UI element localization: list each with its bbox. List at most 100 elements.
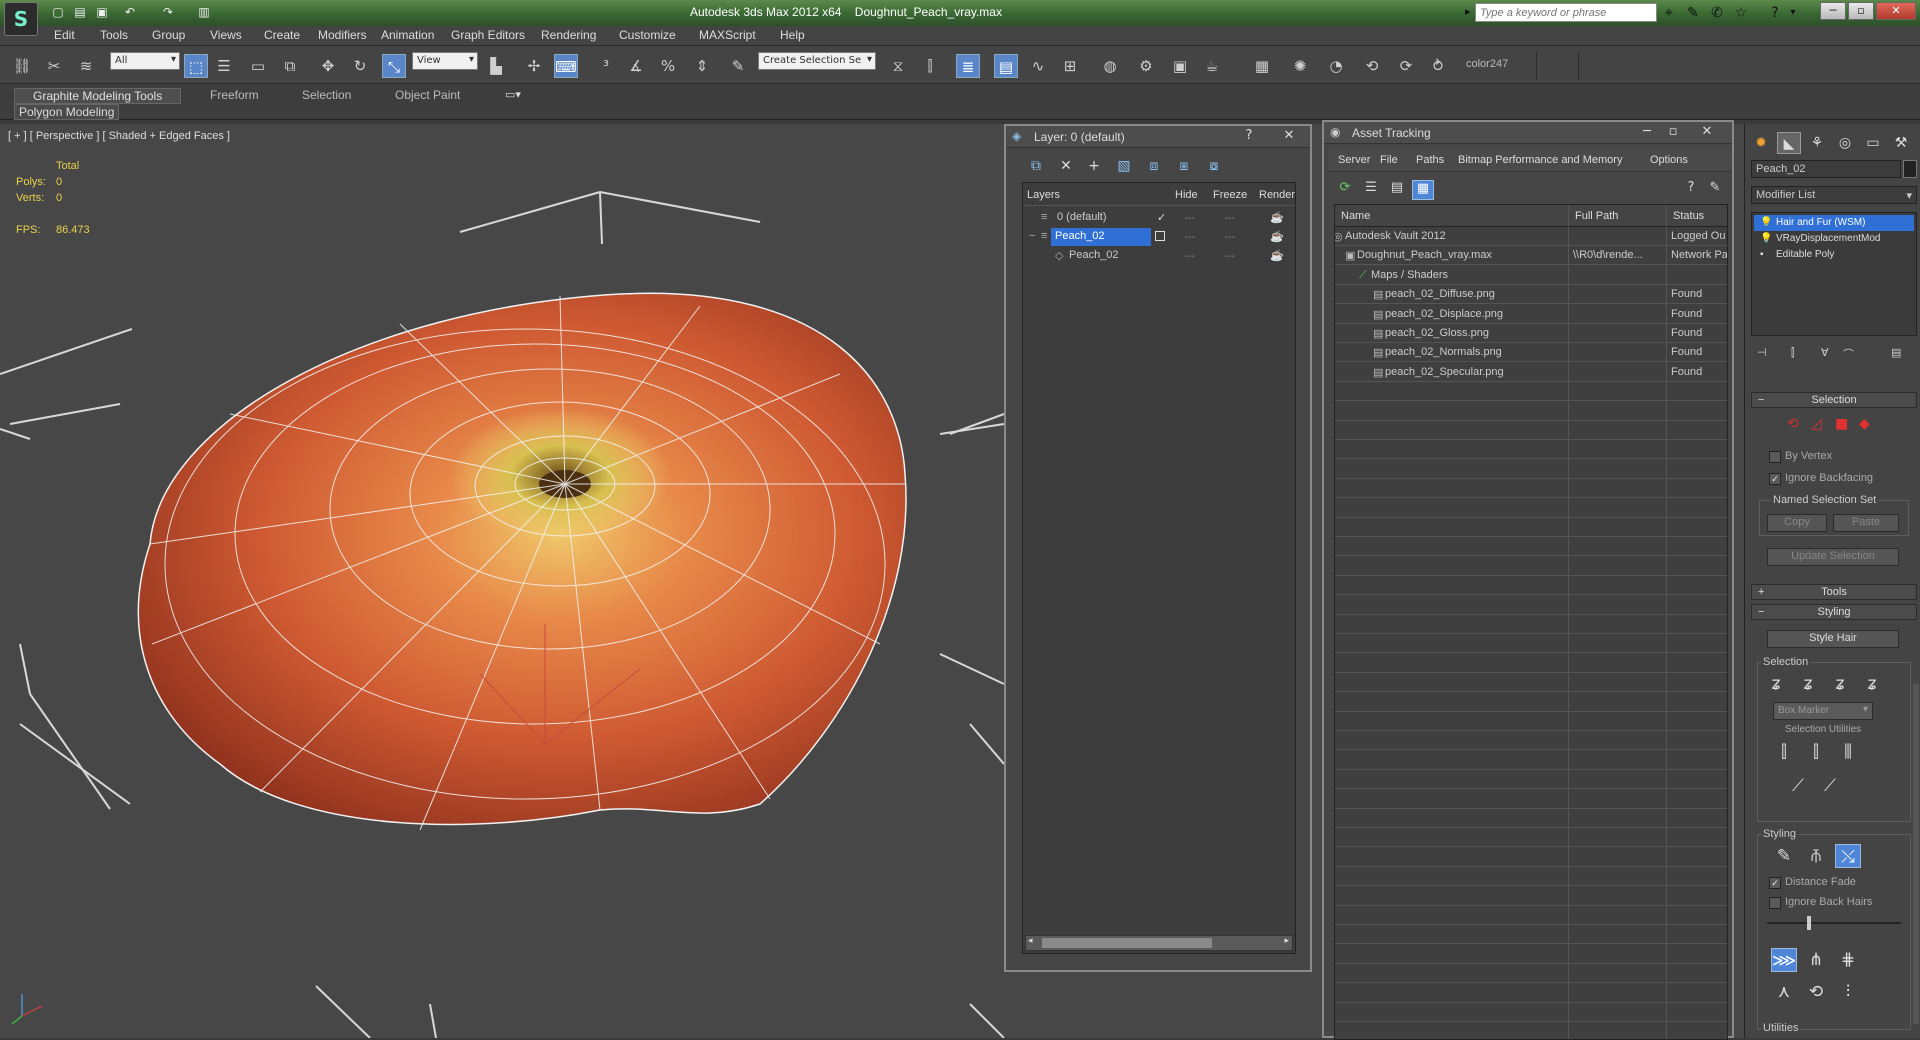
scale-hair-icon[interactable]: ⫶ [1835, 980, 1861, 1004]
layer-name[interactable]: Peach_02 [1051, 228, 1151, 246]
rectangular-selection-icon[interactable]: ▭ [246, 54, 270, 78]
face-subobject-icon[interactable]: ◿ [1811, 416, 1822, 432]
layer-manager-icon[interactable]: ≣ [956, 54, 980, 78]
delete-layer-icon[interactable]: ✕ [1056, 158, 1076, 178]
layer-list[interactable]: Layers Hide Freeze Render ≡ 0 (default) … [1022, 182, 1296, 954]
hide-toggle[interactable]: --- [1185, 213, 1195, 224]
collapse-icon[interactable]: − [1029, 230, 1035, 242]
schematic-view-icon[interactable]: ⊞ [1058, 54, 1082, 78]
make-unique-icon[interactable]: ∀ [1821, 346, 1829, 359]
select-and-rotate-icon[interactable]: ↻ [348, 54, 372, 78]
ignore-backfacing-checkbox[interactable]: Ignore Backfacing [1769, 472, 1873, 485]
horizontal-scrollbar[interactable]: ◂ ▸ [1025, 935, 1293, 951]
asset-row[interactable]: ▤ peach_02_Gloss.png Found [1335, 324, 1727, 343]
asset-menu-server[interactable]: Server [1338, 154, 1370, 166]
asset-close-button[interactable]: ✕ [1694, 123, 1720, 141]
maximize-button[interactable]: ▫ [1848, 2, 1874, 20]
column-status[interactable]: Status [1667, 205, 1727, 227]
menu-group[interactable]: Group [152, 28, 185, 42]
pin-stack-icon[interactable]: ⊣ [1757, 346, 1767, 359]
hair-select-subtract-icon[interactable]: ʑ [1827, 672, 1853, 696]
tools-rollout-header[interactable]: + Tools [1751, 584, 1917, 600]
favorites-star-icon[interactable]: ☆ [1732, 4, 1750, 22]
asset-row[interactable]: ⟋ Maps / Shaders [1335, 266, 1727, 285]
close-button[interactable]: ✕ [1876, 2, 1916, 20]
asset-help-dropdown-icon[interactable]: ✎ [1704, 180, 1726, 200]
open-file-icon[interactable]: ▤ [72, 4, 88, 20]
column-layers[interactable]: Layers [1027, 189, 1060, 201]
hierarchy-tab-icon[interactable]: ⚘ [1805, 132, 1829, 154]
angle-snap-icon[interactable]: ∡ [624, 54, 648, 78]
mirror-icon[interactable]: ⧖ [886, 54, 910, 78]
freeze-all-layers-icon[interactable]: ⧇ [1204, 158, 1224, 178]
polygon-subobject-icon[interactable]: ■ [1835, 416, 1848, 432]
list-view-icon[interactable]: ☰ [1360, 180, 1382, 200]
render-production-icon[interactable]: ☕ [1200, 54, 1224, 78]
table-view-icon[interactable]: ▦ [1412, 180, 1434, 200]
layer-row[interactable]: ≡ 0 (default) ✓ --- --- ☕ [1025, 209, 1293, 227]
layer-object-row[interactable]: ◇ Peach_02 --- --- ☕ [1025, 247, 1293, 265]
brush-size-slider-thumb[interactable] [1807, 916, 1811, 930]
asset-menu-paths[interactable]: Paths [1416, 154, 1444, 166]
stand-hair-icon[interactable]: ⋔ [1803, 948, 1829, 972]
scroll-left-icon[interactable]: ◂ [1028, 936, 1033, 946]
viewport-label[interactable]: [ + ] [ Perspective ] [ Shaded + Edged F… [8, 130, 230, 142]
object-name[interactable]: Peach_02 [1065, 247, 1123, 265]
select-and-scale-icon[interactable]: ⤡ [382, 54, 406, 78]
asset-table[interactable]: Name Full Path Status ◎Autodesk Vault 20… [1334, 204, 1728, 1040]
asset-row[interactable]: ◎Autodesk Vault 2012 Logged Ou [1335, 227, 1727, 246]
display-tab-icon[interactable]: ▭ [1861, 132, 1885, 154]
distance-fade-checkbox[interactable]: Distance Fade [1769, 876, 1856, 889]
light-bulb-icon[interactable]: 💡 [1760, 233, 1772, 244]
hair-select-icon[interactable]: ʑ [1763, 672, 1789, 696]
create-tab-icon[interactable]: ✹ [1749, 132, 1773, 154]
hair-brush-icon[interactable]: ✎ [1771, 844, 1797, 868]
menu-help[interactable]: Help [780, 28, 805, 42]
translate-hair-icon[interactable]: ⋙ [1771, 948, 1797, 972]
hide-toggle[interactable]: --- [1185, 251, 1195, 262]
column-hide[interactable]: Hide [1175, 189, 1198, 201]
utilities-tab-icon[interactable]: ⚒ [1889, 132, 1913, 154]
asset-menu-options[interactable]: Options [1650, 154, 1688, 166]
selection-marker-dropdown[interactable]: Box Marker ▾ [1773, 702, 1873, 720]
by-vertex-checkbox[interactable]: By Vertex [1769, 450, 1832, 463]
hide-toggle[interactable]: --- [1185, 232, 1195, 243]
select-object-icon[interactable]: ⬚ [184, 54, 208, 78]
align-icon[interactable]: ⫿ [918, 54, 942, 78]
help-icon[interactable]: ? [1766, 4, 1784, 22]
redo-icon[interactable]: ↷ [160, 4, 176, 20]
rotate-selection-icon[interactable]: ⫿ [1803, 740, 1829, 764]
asset-row[interactable]: ▤ peach_02_Diffuse.png Found [1335, 285, 1727, 305]
hair-select-add-icon[interactable]: ʑ [1795, 672, 1821, 696]
command-panel-scrollbar[interactable] [1913, 684, 1919, 1024]
object-color-swatch[interactable] [1903, 160, 1917, 178]
copy-button[interactable]: Copy [1767, 514, 1827, 532]
keyboard-shortcut-override-icon[interactable]: ⌨ [554, 54, 578, 78]
hide-selected-icon[interactable]: ⟋ [1785, 774, 1811, 798]
search-expand-icon[interactable]: ▸ [1465, 5, 1471, 18]
rotate-hair-icon[interactable]: ⟲ [1803, 980, 1829, 1004]
modify-tab-icon[interactable]: ◣ [1777, 132, 1801, 154]
layer-row[interactable]: − ≡ Peach_02 --- --- ☕ [1025, 228, 1293, 246]
update-selection-button[interactable]: Update Selection [1767, 548, 1899, 566]
menu-create[interactable]: Create [264, 28, 300, 42]
select-highlighted-icon[interactable]: ▧ [1114, 158, 1134, 178]
selection-filter-dropdown[interactable]: All [110, 52, 180, 70]
ignore-back-hairs-checkbox[interactable]: Ignore Back Hairs [1769, 896, 1872, 909]
vray-camera-icon[interactable]: ◔ [1324, 54, 1348, 78]
column-name[interactable]: Name [1335, 205, 1569, 227]
window-crossing-icon[interactable]: ⧉ [278, 54, 302, 78]
menu-customize[interactable]: Customize [619, 28, 676, 42]
configure-modifier-sets-icon[interactable]: ▤ [1891, 346, 1901, 359]
app-logo-icon[interactable]: S [4, 2, 38, 36]
tab-object-paint[interactable]: Object Paint [395, 88, 460, 104]
asset-row[interactable]: ▣ Doughnut_Peach_vray.max \\R0\d\rende... N… [1335, 246, 1727, 266]
freeze-toggle[interactable]: --- [1225, 213, 1235, 224]
show-end-result-icon[interactable]: ⫿ [1791, 346, 1795, 360]
render-teapot-icon[interactable]: ☕ [1270, 230, 1284, 243]
menu-tools[interactable]: Tools [100, 28, 128, 42]
ribbon-panel-polygon-modeling[interactable]: Polygon Modeling [14, 104, 120, 120]
stack-item-hair-and-fur[interactable]: 💡 Hair and Fur (WSM) [1754, 215, 1914, 231]
set-current-layer-box[interactable] [1155, 231, 1165, 241]
asset-row[interactable]: ▤ peach_02_Normals.png Found [1335, 343, 1727, 363]
